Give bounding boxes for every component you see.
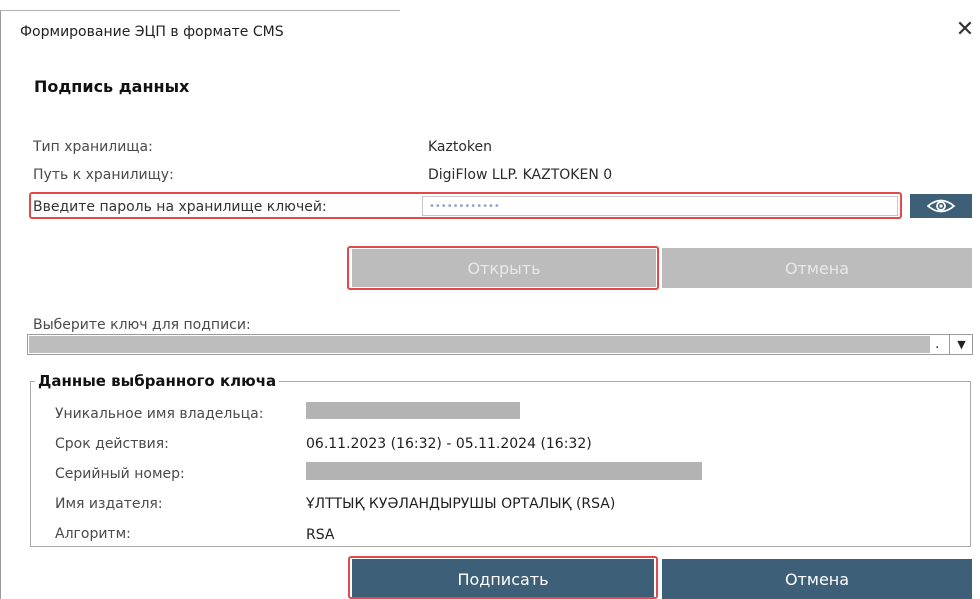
owner-masked-value <box>306 402 520 419</box>
sign-highlight-box <box>348 556 658 599</box>
storage-path-label: Путь к хранилищу: <box>33 167 174 183</box>
window-top-border <box>0 10 400 11</box>
key-select-masked-value <box>29 336 930 353</box>
storage-path-value: DigiFlow LLP. KAZTOKEN 0 <box>428 167 613 183</box>
serial-label: Серийный номер: <box>55 466 185 482</box>
validity-value: 06.11.2023 (16:32) - 05.11.2024 (16:32) <box>306 436 592 452</box>
validity-label: Срок действия: <box>55 436 169 452</box>
issuer-label: Имя издателя: <box>55 496 163 512</box>
signature-dialog: Формирование ЭЦП в формате CMS ✕ Подпись… <box>0 0 980 599</box>
cancel-bottom-button[interactable]: Отмена <box>662 559 972 599</box>
key-select-dot: . <box>935 336 940 352</box>
eye-icon <box>926 199 956 213</box>
show-password-button[interactable] <box>910 194 972 218</box>
window-title: Формирование ЭЦП в формате CMS <box>20 24 284 40</box>
serial-masked-value <box>306 462 702 480</box>
issuer-value: ҰЛТТЫҚ КУӘЛАНДЫРУШЫ ОРТАЛЫҚ (RSA) <box>306 496 616 512</box>
owner-label: Уникальное имя владельца: <box>55 406 264 422</box>
open-highlight-box <box>347 246 659 290</box>
chevron-down-icon[interactable]: ▼ <box>949 335 973 354</box>
key-select[interactable]: . ▼ <box>27 334 973 355</box>
key-data-legend: Данные выбранного ключа <box>35 372 280 390</box>
algorithm-value: RSA <box>306 527 335 543</box>
window-left-border <box>0 10 1 599</box>
algorithm-label: Алгоритм: <box>55 526 131 542</box>
cancel-top-button[interactable]: Отмена <box>662 248 972 288</box>
password-highlight-box <box>29 192 902 219</box>
storage-type-value: Kaztoken <box>428 139 493 155</box>
close-icon[interactable]: ✕ <box>952 16 978 44</box>
key-select-label: Выберите ключ для подписи: <box>33 317 251 333</box>
storage-type-label: Тип хранилища: <box>33 139 153 155</box>
section-heading: Подпись данных <box>34 77 190 96</box>
